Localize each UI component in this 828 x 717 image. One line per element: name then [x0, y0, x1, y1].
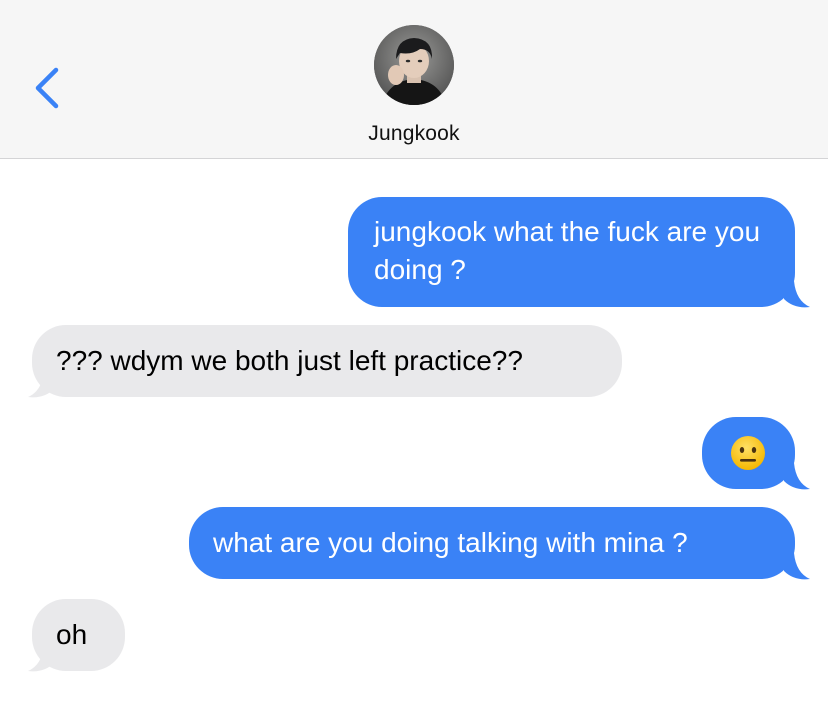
bubble-tail — [784, 553, 810, 580]
message-bubble[interactable]: what are you doing talking with mina ? — [189, 507, 795, 579]
back-button[interactable] — [28, 62, 68, 114]
contact-avatar[interactable] — [374, 25, 454, 105]
message-bubble[interactable] — [702, 417, 795, 489]
bubble-tail — [784, 463, 810, 490]
bubble-tail — [28, 645, 54, 672]
neutral-face-icon — [731, 436, 765, 470]
message-text: what are you doing talking with mina ? — [213, 527, 688, 558]
message-bubble[interactable]: jungkook what the fuck are you doing ? — [348, 197, 795, 307]
message-bubble[interactable]: ??? wdym we both just left practice?? — [32, 325, 622, 397]
bubble-tail — [28, 371, 54, 398]
conversation-header: Jungkook — [0, 0, 828, 159]
contact-name[interactable]: Jungkook — [0, 122, 828, 146]
chevron-left-icon — [35, 67, 59, 109]
message-text: oh — [56, 619, 88, 650]
message-list: jungkook what the fuck are you doing ? ?… — [0, 159, 828, 717]
message-text: ??? wdym we both just left practice?? — [56, 345, 523, 376]
bubble-tail — [784, 281, 810, 308]
avatar-photo-icon — [374, 25, 454, 105]
message-text: jungkook what the fuck are you doing ? — [374, 216, 761, 285]
